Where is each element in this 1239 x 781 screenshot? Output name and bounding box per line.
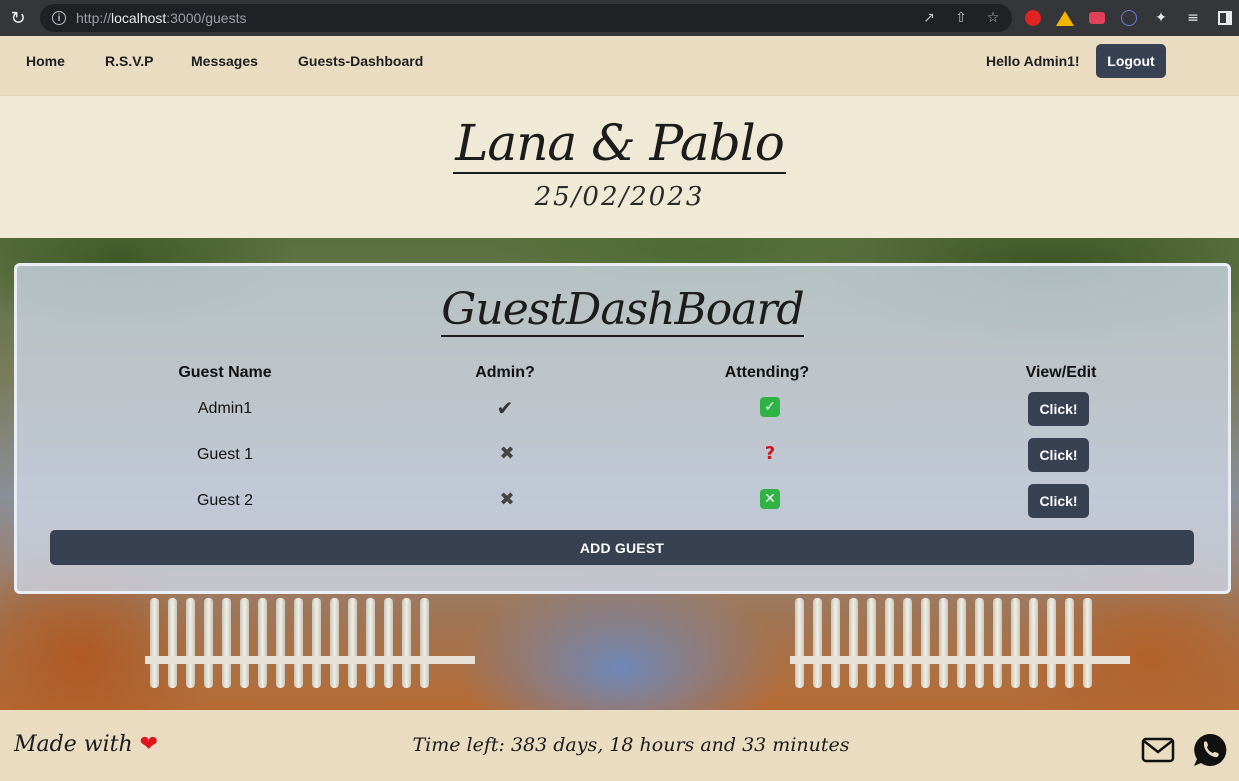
- couple-names: Lana & Pablo: [453, 114, 786, 174]
- user-greeting: Hello Admin1!: [986, 53, 1080, 69]
- railing-bar-left: [145, 656, 475, 664]
- footer: Made with ❤ Time left: 383 days, 18 hour…: [0, 710, 1239, 781]
- main-nav: Home R.S.V.P Messages Guests-Dashboard H…: [0, 36, 1239, 96]
- column-header-view-edit: View/Edit: [1025, 364, 1097, 381]
- attending-no-icon: ✕: [750, 489, 790, 509]
- share-icon[interactable]: ⇧: [952, 9, 970, 27]
- wedding-date: 25/02/2023: [534, 182, 705, 212]
- countdown-text: Time left: 383 days, 18 hours and 33 min…: [412, 734, 850, 756]
- star-icon[interactable]: ☆: [984, 9, 1002, 27]
- balcony-railing-left: [150, 598, 429, 688]
- attending-yes-icon: ✓: [750, 397, 790, 417]
- column-header-guest-name: Guest Name: [178, 364, 272, 381]
- whatsapp-icon[interactable]: [1192, 732, 1228, 768]
- account-extension-icon[interactable]: [1118, 7, 1140, 29]
- address-bar[interactable]: i http://localhost:3000/guests ↗ ⇧ ☆: [40, 4, 1012, 32]
- view-edit-button[interactable]: Click!: [1028, 484, 1089, 518]
- reload-icon[interactable]: ↻: [0, 0, 36, 36]
- admin-no-icon: ✖: [499, 443, 515, 464]
- info-icon[interactable]: i: [52, 11, 66, 25]
- column-header-admin: Admin?: [475, 364, 535, 381]
- mail-icon[interactable]: [1141, 737, 1175, 763]
- url-text: http://localhost:3000/guests: [76, 10, 247, 26]
- add-guest-button[interactable]: ADD GUEST: [50, 530, 1194, 565]
- guest-name-cell: Guest 1: [196, 446, 254, 463]
- view-edit-button[interactable]: Click!: [1028, 392, 1089, 426]
- dashboard-title: GuestDashBoard: [441, 284, 805, 337]
- admin-check-icon: ✔: [496, 396, 514, 420]
- column-header-attending: Attending?: [724, 364, 810, 381]
- attending-unknown-icon: ?: [764, 443, 776, 464]
- guest-dashboard-panel: GuestDashBoard Guest Name Admin? Attendi…: [14, 263, 1231, 594]
- guest-name-cell: Admin1: [197, 400, 253, 417]
- extensions-icon[interactable]: ✦: [1150, 7, 1172, 29]
- logout-button[interactable]: Logout: [1096, 44, 1166, 78]
- video-extension-icon[interactable]: [1086, 7, 1108, 29]
- media-icon[interactable]: ≡: [1182, 7, 1204, 29]
- view-edit-button[interactable]: Click!: [1028, 438, 1089, 472]
- admin-no-icon: ✖: [499, 489, 515, 510]
- open-external-icon[interactable]: ↗: [920, 9, 938, 27]
- guest-name-cell: Guest 2: [196, 492, 254, 509]
- nav-messages-link[interactable]: Messages: [191, 53, 258, 69]
- railing-bar-right: [790, 656, 1130, 664]
- balcony-railing-right: [795, 598, 1092, 688]
- side-panel-icon[interactable]: [1214, 7, 1236, 29]
- extension-red-icon[interactable]: [1022, 7, 1044, 29]
- wedding-header: Lana & Pablo 25/02/2023: [0, 96, 1239, 238]
- nav-guests-dashboard-link[interactable]: Guests-Dashboard: [298, 53, 423, 69]
- nav-rsvp-link[interactable]: R.S.V.P: [105, 53, 154, 69]
- browser-toolbar: ↻ i http://localhost:3000/guests ↗ ⇧ ☆ ✦…: [0, 0, 1239, 36]
- nav-home-link[interactable]: Home: [26, 53, 65, 69]
- drive-icon[interactable]: [1054, 7, 1076, 29]
